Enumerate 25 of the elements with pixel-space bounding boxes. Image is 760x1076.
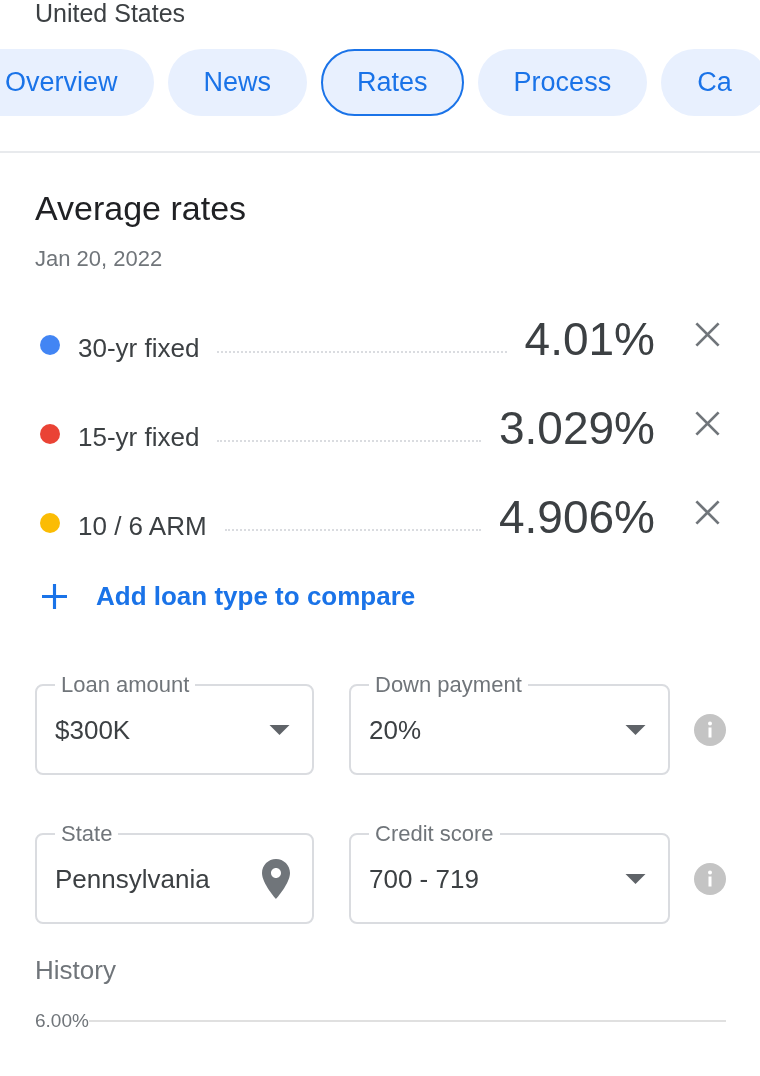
date-label: Jan 20, 2022 bbox=[35, 246, 164, 272]
loan-type-label: 15-yr fixed bbox=[78, 422, 200, 453]
tab[interactable]: Rates bbox=[321, 49, 464, 116]
close-icon[interactable] bbox=[695, 500, 720, 525]
tab[interactable]: Overview bbox=[0, 49, 154, 116]
tab[interactable]: Ca bbox=[661, 49, 760, 116]
section-title: Average rates bbox=[35, 188, 248, 228]
caret-icon bbox=[625, 874, 646, 884]
loan-type-label: 10 / 6 ARM bbox=[78, 511, 207, 542]
plus-icon bbox=[42, 583, 67, 609]
tab[interactable]: Process bbox=[477, 49, 648, 116]
add-loan-button[interactable]: Add loan type to compare bbox=[35, 567, 416, 625]
close-icon[interactable] bbox=[695, 322, 720, 347]
rate-value: 3.029% bbox=[499, 402, 655, 453]
location-pin-icon bbox=[262, 859, 290, 899]
rate-value: 4.906% bbox=[499, 491, 655, 542]
caret-icon bbox=[269, 725, 290, 735]
loan-type-label: 30-yr fixed bbox=[78, 333, 200, 364]
location-label: United States bbox=[34, 0, 187, 26]
close-icon[interactable] bbox=[695, 411, 720, 436]
axis-label: 6.00% bbox=[35, 1010, 89, 1032]
tab[interactable]: News bbox=[167, 49, 308, 116]
history-title: History bbox=[35, 954, 117, 986]
rate-value: 4.01% bbox=[524, 313, 655, 364]
caret-icon bbox=[625, 725, 646, 735]
